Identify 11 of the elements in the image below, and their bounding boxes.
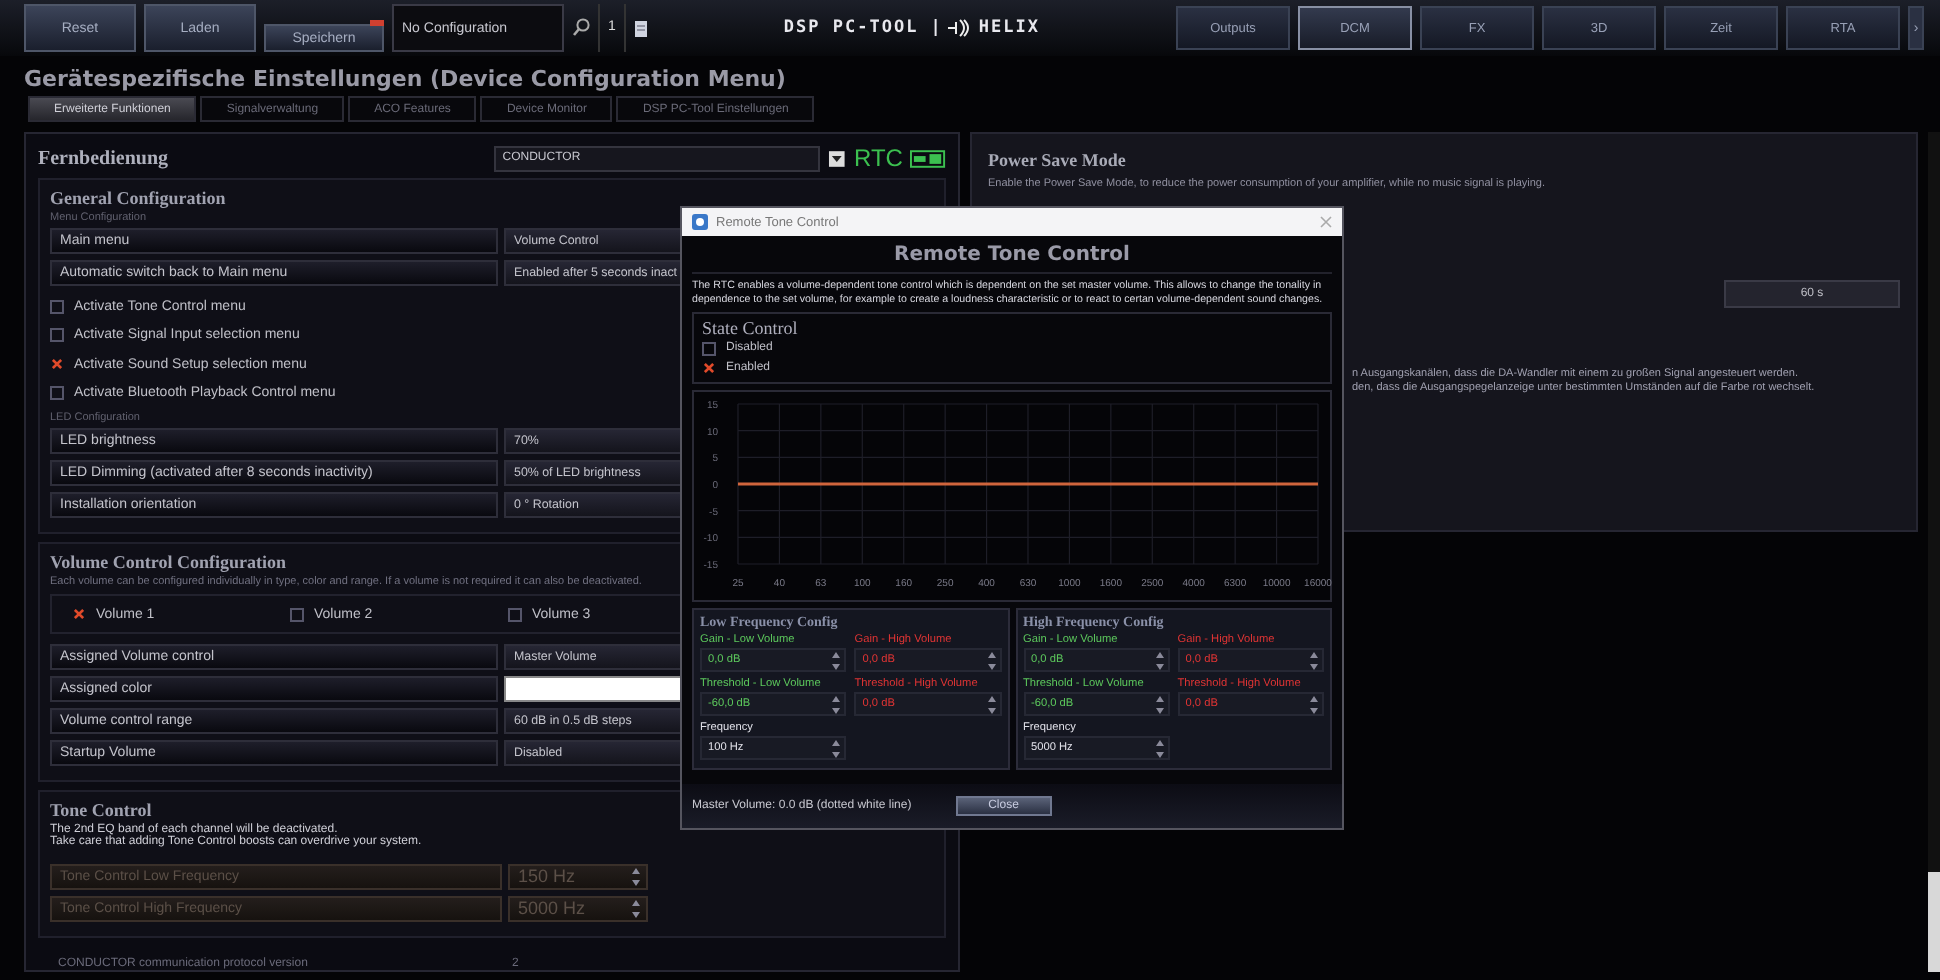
section-title: Power Save Mode — [988, 150, 1128, 170]
dialog-heading: Remote Tone Control — [692, 244, 1332, 274]
logo-text: DSP PC-TOOL | — [783, 18, 943, 38]
logo-text: HELIX — [978, 18, 1041, 38]
page-title: Gerätespezifische Einstellungen (Device Configuration Menu) — [22, 64, 788, 96]
group-title: State Control — [702, 318, 800, 338]
section-title: Fernbedienung — [38, 147, 171, 169]
rtc-label: RTC — [854, 144, 903, 172]
group-title: Volume Control Configuration — [50, 552, 287, 572]
group-title: Tone Control — [50, 800, 152, 820]
group-title: General Configuration — [50, 188, 226, 208]
